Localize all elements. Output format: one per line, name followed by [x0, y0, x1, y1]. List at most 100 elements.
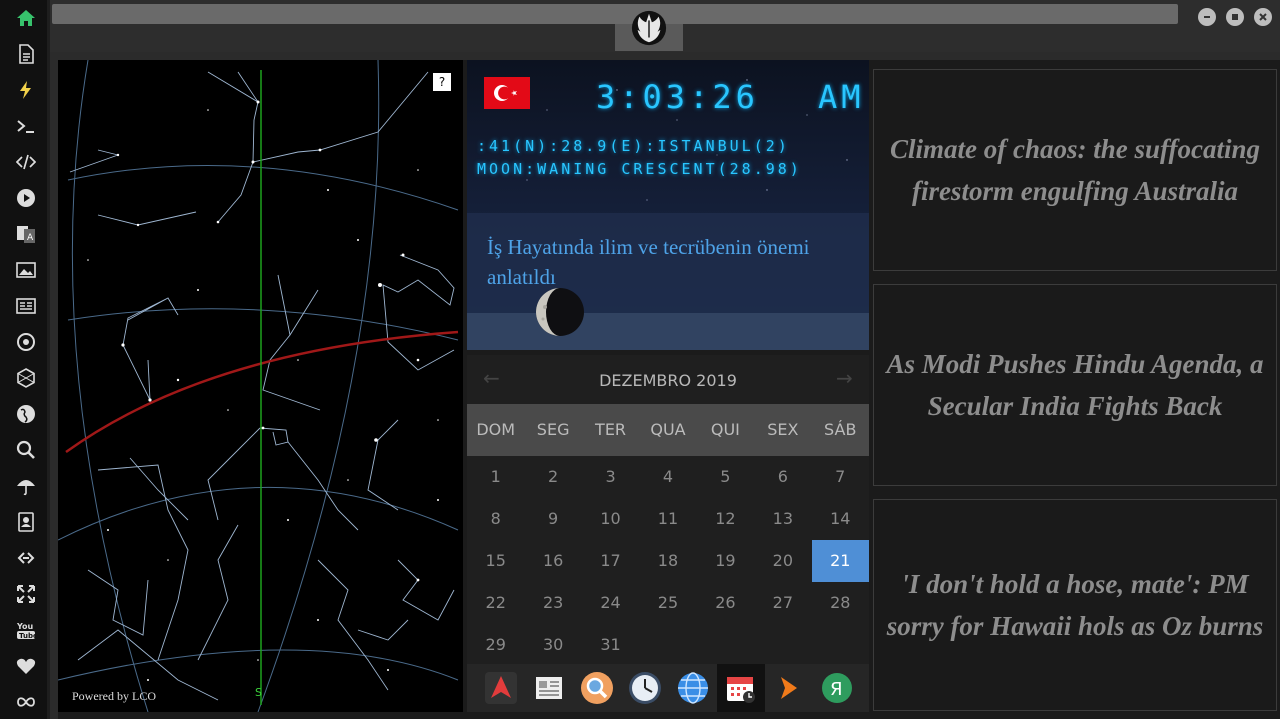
youtube-icon[interactable]: You Tube	[11, 615, 41, 645]
heart-icon[interactable]	[11, 651, 41, 681]
weekday-label: SEG	[536, 420, 570, 439]
news-headline: 'I don't hold a hose, mate': PM sorry fo…	[886, 569, 1264, 641]
minimize-button[interactable]	[1198, 8, 1216, 26]
link-icon[interactable]	[11, 543, 41, 573]
calendar-day[interactable]: 17	[582, 540, 639, 582]
news-icon[interactable]	[11, 291, 41, 321]
address-bar[interactable]	[52, 4, 1178, 24]
globe-icon[interactable]	[673, 668, 713, 708]
app-launcher-sidebar: A You Tube	[0, 0, 50, 719]
calendar-day[interactable]	[812, 624, 869, 666]
calendar-day[interactable]	[639, 624, 696, 666]
terminal-icon[interactable]	[11, 111, 41, 141]
sidebar-scrollbar[interactable]	[47, 0, 50, 719]
clock-ampm: AM	[818, 78, 865, 116]
calendar-day[interactable]: 20	[754, 540, 811, 582]
calendar-day[interactable]: 15	[467, 540, 524, 582]
calendar-day[interactable]: 27	[754, 582, 811, 624]
search-icon[interactable]	[11, 435, 41, 465]
calendar-day[interactable]: 30	[524, 624, 581, 666]
calendar-day[interactable]: 31	[582, 624, 639, 666]
calendar-day[interactable]: 10	[582, 498, 639, 540]
sky-south-marker: S	[255, 686, 262, 699]
weekday-label: SÁB	[824, 420, 857, 439]
calendar-day[interactable]: 9	[524, 498, 581, 540]
infinity-icon[interactable]	[11, 687, 41, 717]
sky-credit[interactable]: Powered by LCO	[72, 689, 156, 704]
calendar-day[interactable]: 1	[467, 456, 524, 498]
calendar-day[interactable]: 11	[639, 498, 696, 540]
news-card[interactable]: Climate of chaos: the suffocating firest…	[873, 69, 1277, 271]
calendar-weekday-header: DOM SEG TER QUA QUI SEX SÁB	[467, 404, 869, 456]
newspaper-icon[interactable]	[529, 668, 569, 708]
calendar-month-title: DEZEMBRO 2019	[599, 371, 737, 390]
clock-time: 3:03:26	[596, 78, 759, 116]
magnifier-icon[interactable]	[577, 668, 617, 708]
svg-text:You: You	[16, 622, 34, 631]
hexagon-icon[interactable]	[11, 363, 41, 393]
file-icon[interactable]	[11, 39, 41, 69]
globe-icon[interactable]	[11, 399, 41, 429]
yandex-icon[interactable]: Я	[817, 668, 857, 708]
calendar-day[interactable]: 26	[697, 582, 754, 624]
calendar-week: 8 9 10 11 12 13 14	[467, 498, 869, 540]
expand-icon[interactable]	[11, 579, 41, 609]
weekday-label: TER	[595, 420, 627, 439]
maximize-button[interactable]	[1226, 8, 1244, 26]
image-icon[interactable]	[11, 255, 41, 285]
calendar-day[interactable]: 3	[582, 456, 639, 498]
news-headline: As Modi Pushes Hindu Agenda, a Secular I…	[886, 349, 1264, 421]
calendar-day[interactable]: 22	[467, 582, 524, 624]
arch-icon[interactable]	[481, 668, 521, 708]
svg-text:Tube: Tube	[19, 632, 36, 640]
calendar-day[interactable]: 18	[639, 540, 696, 582]
calendar-day[interactable]	[754, 624, 811, 666]
calendar-day[interactable]: 12	[697, 498, 754, 540]
calendar-day[interactable]: 28	[812, 582, 869, 624]
home-icon[interactable]	[11, 3, 41, 33]
play-icon[interactable]	[11, 183, 41, 213]
calendar-day[interactable]	[697, 624, 754, 666]
contacts-icon[interactable]	[11, 507, 41, 537]
calendar-day[interactable]: 29	[467, 624, 524, 666]
news-card[interactable]: 'I don't hold a hose, mate': PM sorry fo…	[873, 499, 1277, 711]
calendar-day[interactable]: 7	[812, 456, 869, 498]
calendar-icon[interactable]	[717, 664, 765, 712]
calendar-day-today[interactable]: 21	[811, 540, 869, 582]
calendar-day[interactable]: 4	[639, 456, 696, 498]
arrow-icon[interactable]	[769, 668, 809, 708]
calendar-week: 15 16 17 18 19 20 21	[467, 540, 869, 582]
translate-icon[interactable]: A	[11, 219, 41, 249]
svg-text:A: A	[27, 233, 34, 243]
calendar-day[interactable]: 6	[754, 456, 811, 498]
calendar-day[interactable]: 8	[467, 498, 524, 540]
turkey-flag-icon	[484, 77, 530, 109]
turkish-headline[interactable]: İş Hayatında ilim ve tecrübenin önemi an…	[487, 232, 857, 292]
calendar-week: 22 23 24 25 26 27 28	[467, 582, 869, 624]
code-icon[interactable]	[11, 147, 41, 177]
calendar-day[interactable]: 14	[812, 498, 869, 540]
weekday-label: QUA	[650, 420, 686, 439]
calendar-grid: 1 2 3 4 5 6 7 8 9 10 11 12 13 14 15 16 1…	[467, 456, 869, 666]
moon-phase-readout: MOON:WANING CRESCENT(28.98)	[477, 160, 802, 178]
calendar-day[interactable]: 13	[754, 498, 811, 540]
calendar-day[interactable]: 24	[582, 582, 639, 624]
calendar-day[interactable]: 16	[524, 540, 581, 582]
calendar-day[interactable]: 5	[697, 456, 754, 498]
bolt-icon[interactable]	[11, 75, 41, 105]
news-card[interactable]: As Modi Pushes Hindu Agenda, a Secular I…	[873, 284, 1277, 486]
sky-help-button[interactable]: ?	[433, 73, 451, 91]
weekday-label: DOM	[476, 420, 516, 439]
svg-text:Я: Я	[830, 679, 843, 700]
umbrella-icon[interactable]	[11, 471, 41, 501]
calendar-day[interactable]: 2	[524, 456, 581, 498]
calendar-day[interactable]: 19	[697, 540, 754, 582]
clock-icon[interactable]	[625, 668, 665, 708]
calendar-next-button[interactable]: →	[836, 366, 853, 390]
close-button[interactable]	[1254, 8, 1272, 26]
calendar-week: 29 30 31	[467, 624, 869, 666]
rebel-icon[interactable]	[11, 327, 41, 357]
calendar-day[interactable]: 23	[524, 582, 581, 624]
calendar-day[interactable]: 25	[639, 582, 696, 624]
sky-map[interactable]	[58, 60, 463, 712]
